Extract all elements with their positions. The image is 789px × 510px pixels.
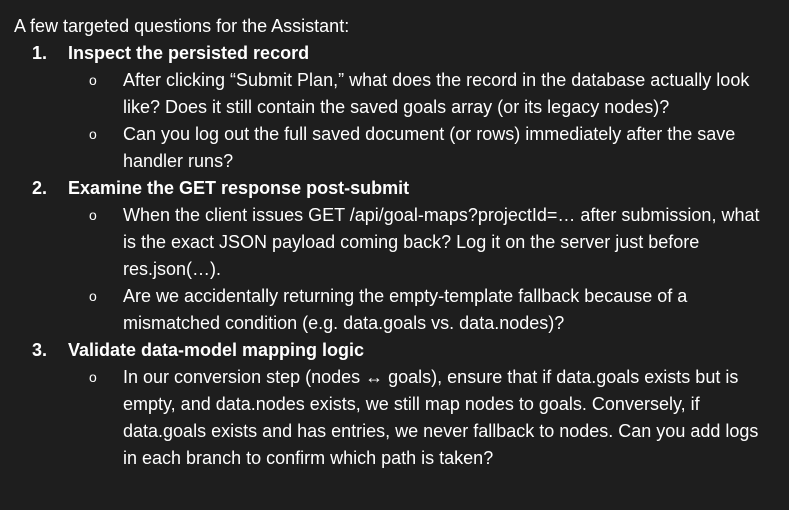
- list-item-text: When the client issues GET /api/goal-map…: [123, 205, 760, 279]
- bullet-list: o After clicking “Submit Plan,” what doe…: [14, 67, 779, 175]
- section-1: 1. Inspect the persisted record o After …: [14, 40, 779, 175]
- section-heading: 3. Validate data-model mapping logic: [14, 337, 779, 364]
- list-item-text: Are we accidentally returning the empty-…: [123, 286, 688, 333]
- hollow-bullet-icon: o: [89, 369, 97, 385]
- section-title: Inspect the persisted record: [68, 43, 310, 63]
- bullet-list: o In our conversion step (nodes ↔ goals)…: [14, 364, 779, 472]
- section-number: 1.: [32, 43, 48, 63]
- list-item: o In our conversion step (nodes ↔ goals)…: [14, 364, 779, 472]
- bullet-list: o When the client issues GET /api/goal-m…: [14, 202, 779, 337]
- list-item: o When the client issues GET /api/goal-m…: [14, 202, 779, 283]
- list-item: o After clicking “Submit Plan,” what doe…: [14, 67, 779, 121]
- document-body: A few targeted questions for the Assista…: [14, 13, 779, 472]
- list-item-text: After clicking “Submit Plan,” what does …: [123, 70, 750, 117]
- hollow-bullet-icon: o: [89, 126, 97, 142]
- section-3: 3. Validate data-model mapping logic o I…: [14, 337, 779, 472]
- list-item-text: In our conversion step (nodes ↔ goals), …: [123, 367, 759, 468]
- section-number: 2.: [32, 178, 48, 198]
- section-title: Examine the GET response post-submit: [68, 178, 410, 198]
- section-heading: 2. Examine the GET response post-submit: [14, 175, 779, 202]
- list-item: o Can you log out the full saved documen…: [14, 121, 779, 175]
- hollow-bullet-icon: o: [89, 207, 97, 223]
- section-heading: 1. Inspect the persisted record: [14, 40, 779, 67]
- document-page: { "intro": "A few targeted questions for…: [0, 0, 789, 510]
- section-number: 3.: [32, 340, 48, 360]
- section-2: 2. Examine the GET response post-submit …: [14, 175, 779, 337]
- intro-text: A few targeted questions for the Assista…: [14, 16, 350, 36]
- list-item-text: Can you log out the full saved document …: [123, 124, 736, 171]
- hollow-bullet-icon: o: [89, 288, 97, 304]
- list-item: o Are we accidentally returning the empt…: [14, 283, 779, 337]
- section-title: Validate data-model mapping logic: [68, 340, 365, 360]
- hollow-bullet-icon: o: [89, 72, 97, 88]
